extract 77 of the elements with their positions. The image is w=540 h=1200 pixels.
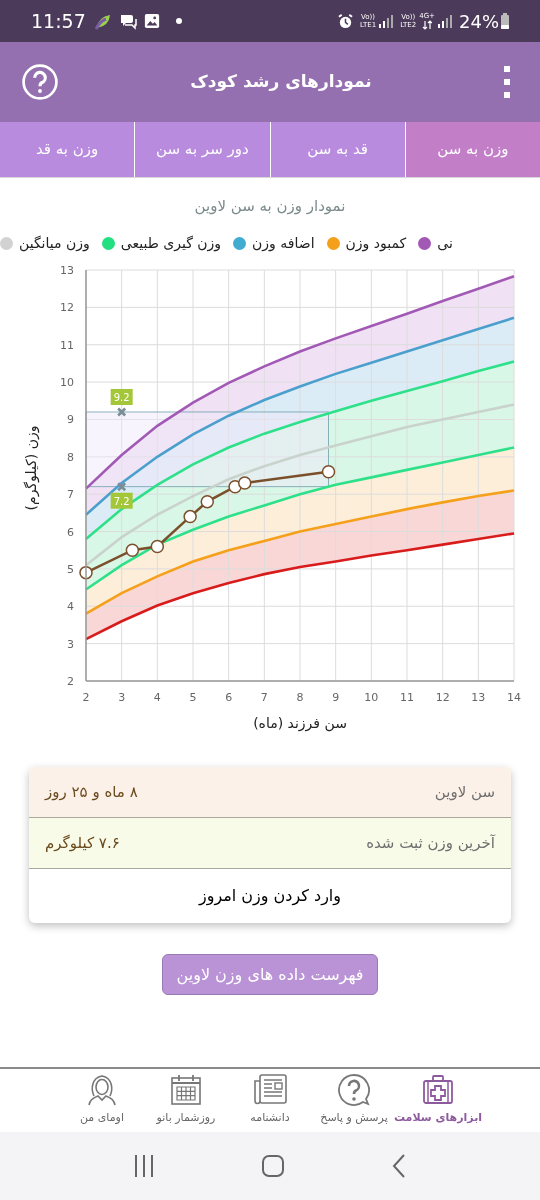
y-tick-label: 5 bbox=[67, 562, 74, 576]
back-icon[interactable] bbox=[392, 1154, 406, 1178]
x-tick-label: 3 bbox=[118, 691, 126, 704]
value-badge: 9.2 bbox=[110, 389, 133, 405]
home-icon[interactable] bbox=[262, 1155, 284, 1177]
legend-label: اضافه وزن bbox=[252, 233, 315, 254]
data-point[interactable] bbox=[183, 509, 197, 524]
nav-tab[interactable]: پرسش و پاسخ bbox=[312, 1069, 396, 1132]
x-tick-label: 13 bbox=[471, 691, 486, 704]
y-tick-label: 6 bbox=[67, 525, 74, 539]
signal-icon bbox=[379, 14, 394, 28]
battery-percent: 24% bbox=[459, 9, 499, 34]
y-tick-label: 13 bbox=[60, 264, 74, 277]
y-tick-label: 4 bbox=[67, 600, 74, 614]
nav-tab[interactable]: روزشمار بانو bbox=[144, 1069, 228, 1132]
y-tick-label: 7 bbox=[67, 488, 74, 502]
x-axis-title: سن فرزند (ماه) bbox=[253, 715, 347, 731]
y-tick-label: 3 bbox=[67, 637, 74, 651]
notification-dot-icon bbox=[175, 18, 182, 24]
x-tick-label: 10 bbox=[364, 691, 379, 704]
menu-icon[interactable] bbox=[504, 66, 510, 98]
data-point[interactable] bbox=[237, 476, 252, 490]
info-value: ۷.۶ کیلوگرم bbox=[45, 832, 120, 854]
nav-tab[interactable]: ابزارهای سلامت bbox=[396, 1069, 480, 1132]
legend-label: نی bbox=[437, 233, 453, 253]
clock-time: 11:57 bbox=[31, 8, 86, 34]
help-icon[interactable] bbox=[22, 64, 58, 100]
data-point[interactable] bbox=[79, 565, 93, 580]
x-tick-label: 5 bbox=[189, 691, 197, 704]
question-bubble-icon bbox=[336, 1072, 372, 1108]
tab[interactable]: دور سر به سن bbox=[134, 122, 270, 177]
data-point[interactable] bbox=[321, 465, 336, 479]
cross-marker bbox=[116, 481, 127, 492]
tab[interactable]: وزن به سن bbox=[404, 122, 540, 177]
x-tick-label: 6 bbox=[225, 691, 233, 704]
weight-list-button[interactable]: فهرست داده های وزن لاوین bbox=[161, 954, 379, 995]
y-tick-label: 12 bbox=[60, 301, 74, 315]
data-point[interactable] bbox=[200, 494, 214, 509]
y-tick-label: 8 bbox=[67, 450, 74, 464]
cross-marker bbox=[116, 407, 127, 417]
calendar-icon bbox=[168, 1072, 204, 1108]
alarm-icon bbox=[337, 12, 355, 30]
x-tick-label: 8 bbox=[296, 691, 304, 704]
tab[interactable]: وزن به قد bbox=[0, 122, 135, 177]
leaf-icon bbox=[93, 12, 112, 30]
x-tick-label: 14 bbox=[507, 691, 521, 704]
y-axis-title: وزن (کیلوگرم) bbox=[23, 425, 39, 511]
battery-icon bbox=[501, 13, 509, 29]
tab[interactable]: قد به سن bbox=[269, 122, 405, 177]
info-label: آخرین وزن ثبت شده bbox=[366, 832, 495, 854]
legend-label: وزن میانگین bbox=[19, 233, 90, 254]
signal-icon bbox=[438, 14, 452, 28]
data-arrows-icon bbox=[422, 20, 433, 30]
x-tick-label: 7 bbox=[260, 691, 268, 704]
info-value: ۸ ماه و ۲۵ روز bbox=[45, 781, 138, 803]
y-tick-label: 9 bbox=[67, 413, 74, 427]
x-tick-label: 12 bbox=[435, 691, 450, 704]
enter-weight-button[interactable]: وارد کردن وزن امروز bbox=[29, 869, 511, 923]
legend-label: کمبود وزن bbox=[345, 233, 407, 254]
x-tick-label: 11 bbox=[400, 691, 414, 704]
data-point[interactable] bbox=[125, 543, 140, 557]
x-tick-label: 4 bbox=[153, 691, 161, 704]
app-title: نمودارهای رشد کودک bbox=[189, 70, 373, 94]
y-tick-label: 2 bbox=[67, 675, 74, 688]
chat-icon bbox=[118, 12, 137, 30]
info-label: سن لاوین bbox=[434, 781, 495, 803]
y-tick-label: 10 bbox=[60, 376, 74, 390]
y-tick-label: 11 bbox=[60, 338, 74, 352]
x-tick-label: 2 bbox=[82, 691, 90, 704]
image-icon bbox=[143, 13, 160, 29]
nav-tab[interactable]: دانشنامه bbox=[228, 1069, 312, 1132]
recent-apps-icon[interactable] bbox=[134, 1155, 154, 1177]
x-tick-label: 9 bbox=[332, 691, 340, 704]
data-point[interactable] bbox=[150, 539, 165, 554]
nav-tab[interactable]: اومای من bbox=[60, 1069, 144, 1132]
chart-title: نمودار وزن به سن لاوین bbox=[193, 196, 347, 217]
legend-label: وزن گیری طبیعی bbox=[120, 233, 222, 254]
